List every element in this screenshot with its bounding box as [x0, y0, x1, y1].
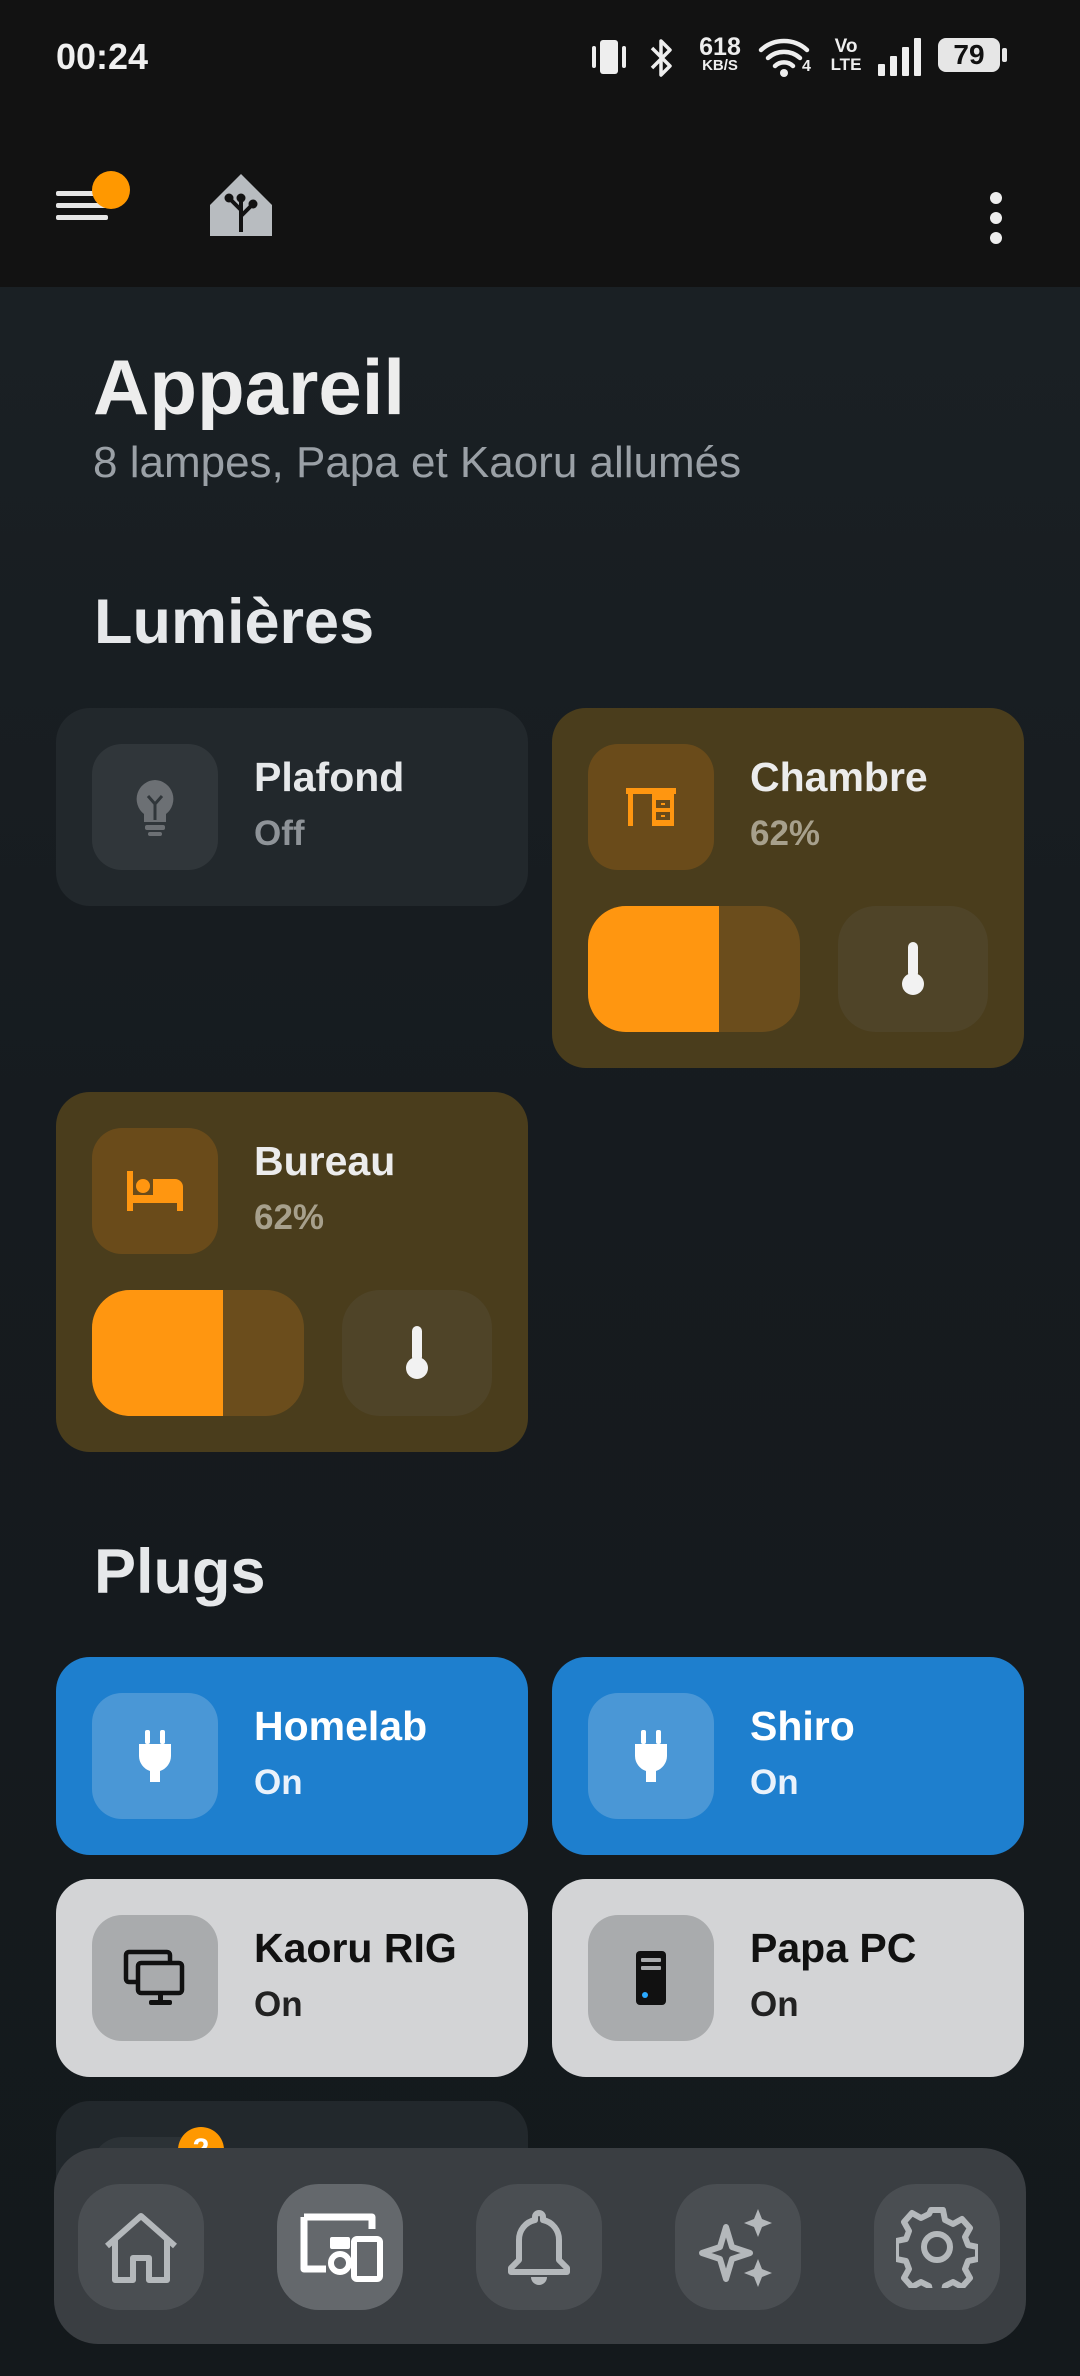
- devices-icon: [300, 2213, 383, 2282]
- settings-icon: [896, 2207, 978, 2288]
- plug-name: Homelab: [254, 1703, 428, 1749]
- plug-name: Shiro: [750, 1703, 855, 1749]
- vibrate-icon: [590, 36, 628, 85]
- light-state: Off: [254, 814, 305, 853]
- light-toggle[interactable]: [92, 1128, 218, 1254]
- signal-icon: [876, 36, 924, 83]
- bed-icon: [127, 1171, 183, 1211]
- light-state: 62%: [750, 814, 821, 853]
- notification-dot: [92, 171, 130, 209]
- nav-settings[interactable]: [874, 2184, 1000, 2310]
- plug-toggle[interactable]: [588, 1693, 714, 1819]
- color-temp-button[interactable]: [342, 1290, 492, 1416]
- monitor-icon: [123, 1949, 185, 2005]
- desk-icon: [626, 788, 676, 826]
- plug-card-homelab[interactable]: Homelab On: [56, 1657, 528, 1855]
- desktop-tower-icon: [636, 1951, 666, 2005]
- net-speed: 618 KB/S: [699, 33, 741, 74]
- brightness-slider[interactable]: [92, 1290, 304, 1416]
- bluetooth-icon: [648, 36, 674, 85]
- more-options-button[interactable]: [976, 177, 1016, 257]
- light-name: Chambre: [750, 754, 928, 800]
- plug-state: On: [254, 1763, 303, 1802]
- brightness-fill: [588, 906, 720, 1032]
- plug-state: On: [750, 1763, 799, 1802]
- color-temp-button[interactable]: [838, 906, 988, 1032]
- home-icon: [105, 2213, 177, 2283]
- nav-assist[interactable]: [675, 2184, 801, 2310]
- light-state: 62%: [254, 1198, 325, 1237]
- plug-card-papa-pc[interactable]: Papa PC On: [552, 1879, 1024, 2077]
- plug-card-kaoru-rig[interactable]: Kaoru RIG On: [56, 1879, 528, 2077]
- brightness-fill: [92, 1290, 224, 1416]
- light-card-chambre[interactable]: Chambre 62%: [552, 708, 1024, 1068]
- nav-notifications[interactable]: [476, 2184, 602, 2310]
- plug-state: On: [750, 1985, 799, 2024]
- light-toggle[interactable]: [588, 744, 714, 870]
- plug-toggle[interactable]: [92, 1693, 218, 1819]
- light-name: Bureau: [254, 1138, 396, 1184]
- bell-icon: [508, 2210, 570, 2285]
- power-plug-icon: [635, 1730, 667, 1782]
- bottom-navigation: [54, 2148, 1026, 2344]
- section-title-plugs: Plugs: [94, 1537, 266, 1607]
- plug-card-shiro[interactable]: Shiro On: [552, 1657, 1024, 1855]
- thermometer-icon: [406, 1326, 428, 1379]
- app-bar: [0, 115, 1080, 287]
- light-card-plafond[interactable]: Plafond Off: [56, 708, 528, 906]
- lightbulb-icon: [136, 780, 174, 836]
- battery-level: 79: [953, 39, 985, 70]
- sparkles-icon: [699, 2209, 772, 2287]
- page-title: Appareil: [93, 343, 406, 431]
- status-bar: 00:24 618 KB/S 4 Vo LTE 79: [0, 0, 1080, 115]
- plug-toggle[interactable]: [588, 1915, 714, 2041]
- page-subtitle: 8 lampes, Papa et Kaoru allumés: [93, 438, 742, 487]
- battery-icon: 79: [938, 38, 1007, 72]
- plug-state: On: [254, 1985, 303, 2024]
- light-toggle[interactable]: [92, 744, 218, 870]
- thermometer-icon: [902, 942, 924, 995]
- power-plug-icon: [139, 1730, 171, 1782]
- status-time: 00:24: [56, 36, 149, 77]
- plug-toggle[interactable]: [92, 1915, 218, 2041]
- plug-name: Kaoru RIG: [254, 1925, 457, 1971]
- brightness-slider[interactable]: [588, 906, 800, 1032]
- menu-button[interactable]: [52, 171, 132, 257]
- light-card-bureau[interactable]: Bureau 62%: [56, 1092, 528, 1452]
- light-name: Plafond: [254, 754, 405, 800]
- more-vert-icon: [990, 192, 1002, 244]
- plug-name: Papa PC: [750, 1925, 917, 1971]
- home-assistant-logo[interactable]: [206, 170, 276, 245]
- section-title-lights: Lumières: [94, 587, 375, 657]
- nav-devices[interactable]: [277, 2184, 403, 2310]
- volte-indicator: Vo LTE: [830, 36, 862, 74]
- nav-home[interactable]: [78, 2184, 204, 2310]
- wifi-icon: 4: [758, 36, 812, 85]
